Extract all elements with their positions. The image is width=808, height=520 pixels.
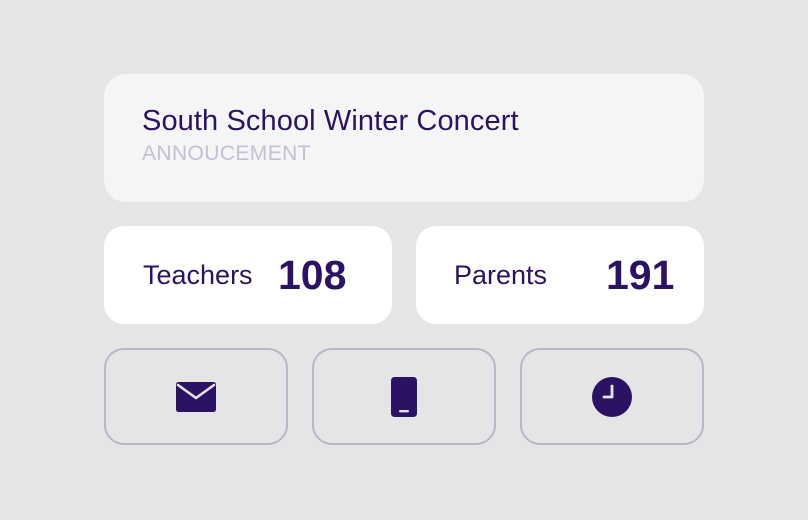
parents-count: 191 xyxy=(606,252,675,298)
send-sms-button[interactable] xyxy=(312,348,496,445)
envelope-icon xyxy=(176,381,216,412)
announcement-card: South School Winter Concert ANNOUCEMENT xyxy=(104,74,704,202)
send-email-button[interactable] xyxy=(104,348,288,445)
teachers-stat-card: Teachers 108 xyxy=(104,226,392,324)
announcement-type-label: ANNOUCEMENT xyxy=(142,142,311,165)
parents-label: Parents xyxy=(454,260,548,290)
teachers-label: Teachers xyxy=(143,260,253,290)
teachers-count: 108 xyxy=(278,252,347,298)
announcement-title: South School Winter Concert xyxy=(142,105,519,137)
parents-stat-card: Parents 191 xyxy=(416,226,704,324)
clock-icon xyxy=(592,376,632,417)
mobile-phone-icon xyxy=(391,376,417,417)
schedule-button[interactable] xyxy=(520,348,704,445)
